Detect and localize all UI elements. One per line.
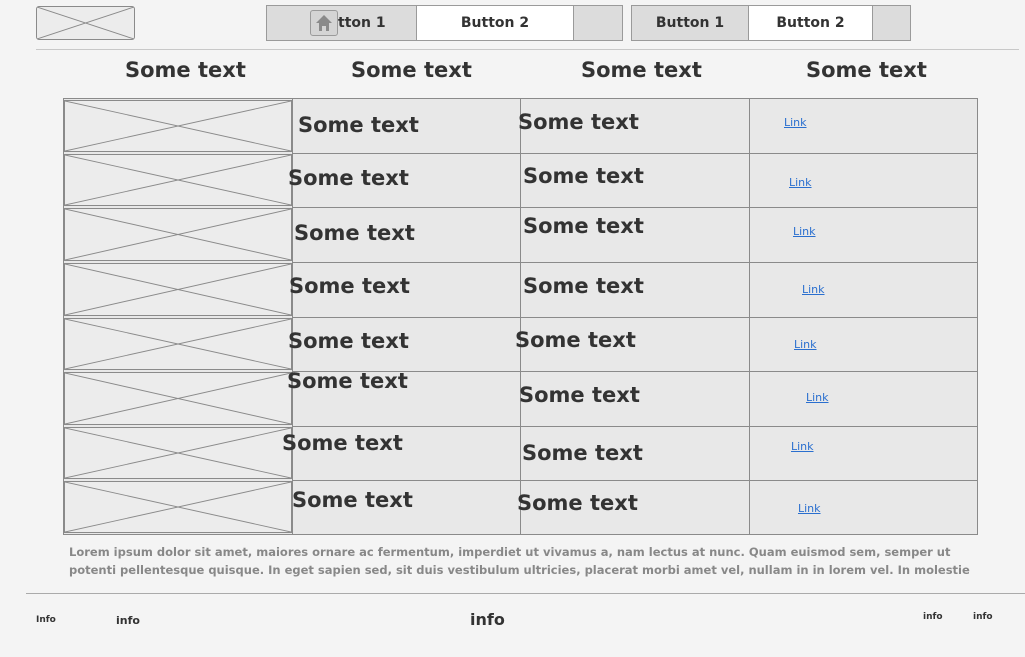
footer-info-4[interactable]: info	[923, 612, 943, 622]
table-cell-text: Some text	[289, 274, 410, 298]
column-header-4: Some text	[806, 58, 927, 82]
table-cell-link[interactable]: Link	[802, 283, 825, 296]
table-row-divider	[292, 153, 977, 154]
table-row-divider	[292, 317, 977, 318]
home-icon[interactable]	[310, 10, 338, 36]
table-cell-link[interactable]: Link	[806, 391, 829, 404]
row-image-placeholder	[64, 372, 292, 425]
header-divider	[36, 49, 1019, 50]
table-cell-link[interactable]: Link	[798, 502, 821, 515]
footer-divider	[26, 593, 1025, 594]
table-row-divider	[292, 207, 977, 208]
table-cell-link[interactable]: Link	[784, 116, 807, 129]
table-cell-text: Some text	[287, 369, 408, 393]
table-cell-link[interactable]: Link	[793, 225, 816, 238]
table-cell-link[interactable]: Link	[791, 440, 814, 453]
row-image-placeholder	[64, 263, 292, 316]
row-image-placeholder	[64, 318, 292, 370]
button-extra[interactable]	[574, 6, 622, 40]
table-cell-text: Some text	[523, 274, 644, 298]
footer-info-5[interactable]: info	[973, 612, 993, 622]
button-group-2: Button 1 Button 2	[631, 5, 911, 41]
footer-info-3[interactable]: info	[470, 610, 505, 629]
button-group-1: Button 1 Button 2	[266, 5, 623, 41]
table-cell-text: Some text	[519, 383, 640, 407]
button-1-alt[interactable]: Button 1	[632, 6, 749, 40]
table-cell-text: Some text	[517, 491, 638, 515]
column-header-3: Some text	[581, 58, 702, 82]
button-extra-alt[interactable]	[873, 6, 910, 40]
body-paragraph: Lorem ipsum dolor sit amet, maiores orna…	[69, 545, 970, 583]
logo-placeholder	[36, 6, 135, 40]
table-cell-text: Some text	[522, 441, 643, 465]
row-image-placeholder	[64, 427, 292, 479]
footer-info-1[interactable]: Info	[36, 615, 56, 625]
row-image-placeholder	[64, 208, 292, 261]
table-row-divider	[292, 480, 977, 481]
data-table: Some text Some text Link Some text Some text…	[63, 98, 978, 535]
table-cell-text: Some text	[523, 164, 644, 188]
table-cell-text: Some text	[292, 488, 413, 512]
table-row-divider	[292, 426, 977, 427]
table-cell-text: Some text	[298, 113, 419, 137]
table-cell-text: Some text	[288, 166, 409, 190]
table-cell-link[interactable]: Link	[789, 176, 812, 189]
row-image-placeholder	[64, 481, 292, 533]
table-cell-link[interactable]: Link	[794, 338, 817, 351]
table-cell-text: Some text	[294, 221, 415, 245]
button-1-alt-label: Button 1	[655, 15, 725, 31]
button-2-alt[interactable]: Button 2	[749, 6, 873, 40]
column-header-1: Some text	[125, 58, 246, 82]
column-header-2: Some text	[351, 58, 472, 82]
button-2-alt-label: Button 2	[776, 15, 845, 31]
table-cell-text: Some text	[523, 214, 644, 238]
table-cell-text: Some text	[282, 431, 403, 455]
button-2-label: Button 2	[460, 15, 530, 31]
button-1[interactable]: Button 1	[267, 6, 417, 40]
button-2[interactable]: Button 2	[417, 6, 574, 40]
footer-info-2[interactable]: info	[116, 614, 140, 627]
table-cell-text: Some text	[515, 328, 636, 352]
table-cell-text: Some text	[518, 110, 639, 134]
row-image-placeholder	[64, 100, 292, 152]
table-row-divider	[292, 262, 977, 263]
row-image-placeholder	[64, 154, 292, 206]
table-cell-text: Some text	[288, 329, 409, 353]
